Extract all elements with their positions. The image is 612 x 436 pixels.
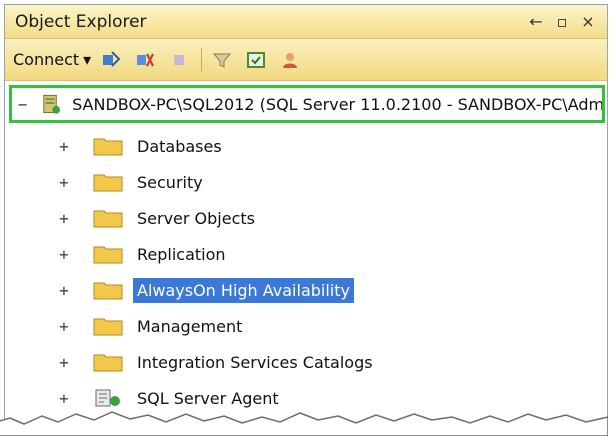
stop-button[interactable] xyxy=(165,46,193,74)
filter-icon xyxy=(211,49,233,71)
collapse-icon[interactable]: − xyxy=(12,95,33,114)
activity-monitor-icon xyxy=(279,49,301,71)
folder-icon xyxy=(93,136,123,156)
disconnect-button[interactable] xyxy=(131,46,159,74)
tree-node-label: Server Objects xyxy=(133,206,259,231)
server-icon xyxy=(39,92,62,116)
stop-icon xyxy=(168,49,190,71)
connect-object-explorer-button[interactable] xyxy=(97,46,125,74)
tree-node-label: Management xyxy=(133,314,246,339)
server-name: SANDBOX-PC\SQL2012 (SQL Server 11.0.2100… xyxy=(72,95,602,114)
dock-icon[interactable]: ▫ xyxy=(551,10,573,32)
expand-icon[interactable]: + xyxy=(55,173,73,192)
connect-button[interactable]: Connect ▾ xyxy=(13,46,91,74)
tree-node-alwayson-high-availability[interactable]: + AlwaysOn High Availability xyxy=(55,273,354,307)
tree-node-label: AlwaysOn High Availability xyxy=(133,278,354,303)
tree-node-security[interactable]: + Security xyxy=(55,165,207,199)
chevron-down-icon: ▾ xyxy=(83,50,91,69)
close-icon[interactable]: × xyxy=(577,10,599,32)
folder-icon xyxy=(93,316,123,336)
expand-icon[interactable]: + xyxy=(55,281,73,300)
tree-root-server[interactable]: − SANDBOX-PC\SQL2012 (SQL Server 11.0.21… xyxy=(9,85,605,123)
tree-node-label: Security xyxy=(133,170,207,195)
tree-node-replication[interactable]: + Replication xyxy=(55,237,230,271)
folder-icon xyxy=(93,244,123,264)
tree-node-label: Integration Services Catalogs xyxy=(133,350,377,375)
connect-label: Connect xyxy=(13,50,79,69)
expand-icon[interactable]: + xyxy=(55,209,73,228)
expand-icon[interactable]: + xyxy=(55,353,73,372)
tree-node-management[interactable]: + Management xyxy=(55,309,246,343)
refresh-button[interactable] xyxy=(242,46,270,74)
expand-icon[interactable]: + xyxy=(55,317,73,336)
object-tree: − SANDBOX-PC\SQL2012 (SQL Server 11.0.21… xyxy=(5,81,607,427)
object-explorer-window: Object Explorer ← ▫ × Connect ▾ xyxy=(4,4,608,428)
tree-node-server-objects[interactable]: + Server Objects xyxy=(55,201,259,235)
title-bar: Object Explorer ← ▫ × xyxy=(5,5,607,39)
disconnect-icon xyxy=(134,49,156,71)
filter-button[interactable] xyxy=(208,46,236,74)
connect-object-explorer-icon xyxy=(100,49,122,71)
refresh-icon xyxy=(245,49,267,71)
tree-node-label: Replication xyxy=(133,242,230,267)
folder-icon xyxy=(93,352,123,372)
expand-icon[interactable]: + xyxy=(55,245,73,264)
toolbar-separator xyxy=(201,48,202,72)
toolbar: Connect ▾ xyxy=(5,39,607,81)
expand-icon[interactable]: + xyxy=(55,137,73,156)
pin-icon[interactable]: ← xyxy=(525,10,547,32)
torn-edge-decoration xyxy=(0,392,608,436)
tree-node-integration-services-catalogs[interactable]: + Integration Services Catalogs xyxy=(55,345,377,379)
window-title: Object Explorer xyxy=(15,12,147,32)
activity-monitor-button[interactable] xyxy=(276,46,304,74)
folder-icon xyxy=(93,280,123,300)
folder-icon xyxy=(93,172,123,192)
tree-node-databases[interactable]: + Databases xyxy=(55,129,226,163)
folder-icon xyxy=(93,208,123,228)
tree-node-label: Databases xyxy=(133,134,226,159)
title-bar-buttons: ← ▫ × xyxy=(525,10,599,32)
